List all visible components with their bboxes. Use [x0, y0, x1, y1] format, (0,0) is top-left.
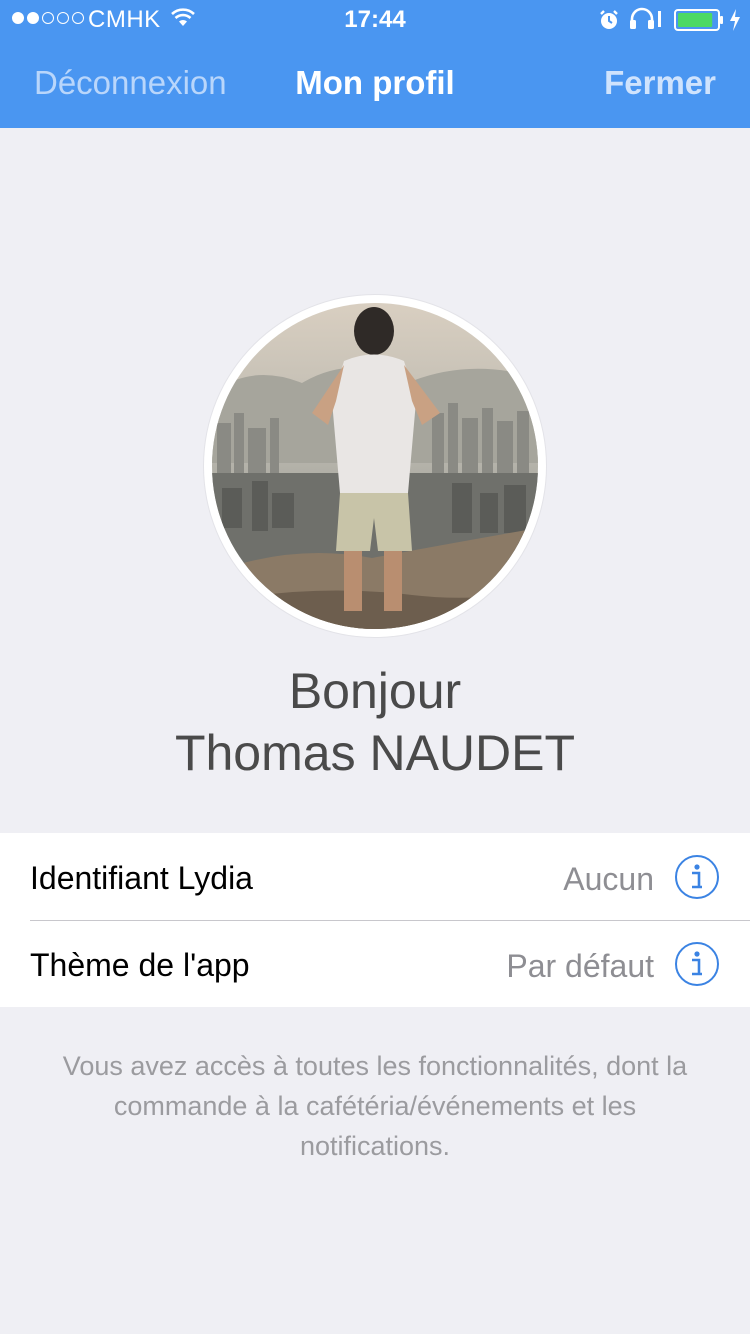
settings-row-app-theme[interactable]: Thème de l'app Par défaut [0, 920, 750, 1007]
close-button[interactable]: Fermer [604, 64, 716, 102]
settings-row-label: Identifiant Lydia [30, 860, 253, 896]
settings-list: Identifiant Lydia Aucun Thème de l'app P… [0, 833, 750, 1007]
info-icon[interactable] [674, 941, 720, 987]
settings-row-value: Aucun [563, 861, 654, 897]
battery-icon [674, 9, 723, 31]
navigation-bar: Déconnexion Mon profil Fermer [0, 40, 750, 128]
settings-row-value: Par défaut [506, 948, 654, 984]
greeting-text: Bonjour [288, 663, 462, 719]
status-bar: CMHK 17:44 [0, 0, 750, 40]
headphones-icon [630, 7, 661, 29]
alarm-icon [600, 10, 618, 29]
profile-screen: CMHK 17:44 Déconnexion Mon profil Fermer… [0, 0, 750, 1334]
info-icon[interactable] [674, 854, 720, 900]
user-name: Thomas NAUDET [174, 725, 576, 781]
top-bar: CMHK 17:44 Déconnexion Mon profil Fermer [0, 0, 750, 128]
settings-row-lydia-id[interactable]: Identifiant Lydia Aucun [0, 833, 750, 920]
charging-icon [730, 9, 740, 31]
avatar[interactable] [204, 295, 546, 637]
profile-photo [212, 303, 538, 629]
settings-row-label: Thème de l'app [30, 947, 250, 983]
greeting: Bonjour Thomas NAUDET [0, 660, 750, 784]
access-info-note: Vous avez accès à toutes les fonctionnal… [62, 1051, 688, 1161]
